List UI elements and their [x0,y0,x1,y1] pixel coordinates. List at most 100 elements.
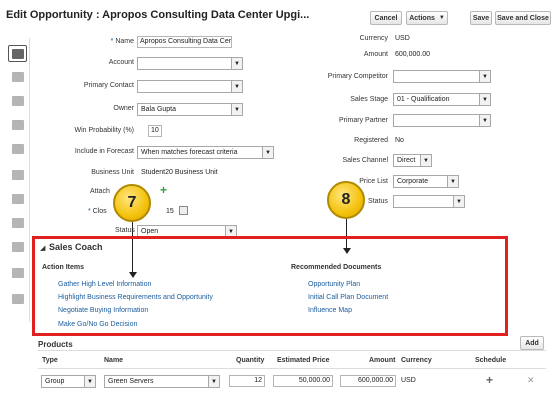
status-right-label: Status [368,198,388,205]
business-unit-label: Business Unit [91,169,134,176]
summary-icon[interactable] [8,45,27,62]
document-link[interactable]: Influence Map [308,307,352,314]
chevron-down-icon: ▼ [231,58,242,69]
product-estimated-price-field[interactable]: 50,000.00 [273,375,333,387]
column-header-quantity: Quantity [236,357,265,364]
include-in-forecast-select[interactable]: When matches forecast criteria ▼ [137,146,274,159]
owner-select[interactable]: Bala Gupta ▼ [137,103,243,116]
action-item-link[interactable]: Negotiate Buying Information [58,307,148,314]
product-amount-field: 600,000.00 [340,375,396,387]
column-header-currency: Currency [401,357,432,364]
cancel-button[interactable]: Cancel [370,11,402,25]
business-unit-value: Student20 Business Unit [141,169,218,176]
chevron-down-icon: ▼ [479,71,490,82]
product-currency-value: USD [401,377,416,384]
actions-button[interactable]: Actions ▼ [406,11,448,25]
sales-stage-select[interactable]: 01 - Qualification ▼ [393,93,491,106]
chevron-down-icon: ▼ [231,104,242,115]
sales-stage-label: Sales Stage [350,96,388,103]
price-list-label: Price List [359,178,388,185]
column-header-estimated-price: Estimated Price [277,357,330,364]
recommended-documents-title: Recommended Documents [291,264,382,271]
action-items-title: Action Items [42,264,85,271]
chevron-down-icon: ▼ [420,155,431,166]
column-header-amount: Amount [369,357,396,364]
close-date-value[interactable]: 15 [166,208,174,215]
win-probability-field[interactable]: 10 [148,125,162,137]
add-schedule-icon[interactable]: + [486,373,493,387]
column-header-type: Type [42,357,58,364]
primary-contact-label: Primary Contact [83,82,134,89]
sales-channel-label: Sales Channel [342,157,388,164]
document-link[interactable]: Initial Call Plan Document [308,294,388,301]
notes-icon[interactable] [10,168,26,182]
product-quantity-field[interactable]: 12 [229,375,265,387]
document-link[interactable]: Opportunity Plan [308,281,360,288]
chevron-down-icon: ▼ [84,376,95,387]
name-label: * Name [110,38,134,45]
sales-coach-title: Sales Coach [49,242,103,252]
action-item-link[interactable]: Make Go/No Go Decision [58,321,137,328]
close-date-label: * Clos [88,208,107,215]
lead-icon[interactable] [10,192,26,206]
primary-partner-select[interactable]: ▼ [393,114,491,127]
org-chart-icon[interactable] [10,142,26,156]
actions-label: Actions [409,14,435,22]
account-label: Account [108,59,134,66]
callout-7: 7 [113,184,151,222]
chevron-down-icon: ▼ [479,115,490,126]
primary-contact-select[interactable]: ▼ [137,80,243,93]
products-header-divider [38,368,546,369]
calendar-icon[interactable] [179,206,188,215]
registered-value: No [395,137,404,144]
primary-partner-label: Primary Partner [338,117,388,124]
status-right-select[interactable]: ▼ [393,195,465,208]
product-type-select[interactable]: Group ▼ [41,375,96,388]
chevron-down-icon: ▼ [231,81,242,92]
price-list-select[interactable]: Corporate ▼ [393,175,459,188]
save-and-close-button[interactable]: Save and Close [495,11,551,25]
products-divider [38,350,546,351]
amount-label: Amount [363,51,388,58]
currency-label: Currency [359,35,388,42]
chevron-down-icon: ▼ [447,176,458,187]
column-header-schedule: Schedule [475,357,507,364]
chevron-down-icon: ▼ [438,15,445,21]
chevron-down-icon: ▼ [479,94,490,105]
section-icon-rail [4,38,30,322]
forecast-icon[interactable] [10,266,26,280]
add-attachment-icon[interactable]: + [160,184,167,196]
chat-icon[interactable] [10,240,26,254]
primary-competitor-label: Primary Competitor [327,73,388,80]
product-name-select[interactable]: Green Servers ▼ [104,375,220,388]
currency-value: USD [395,35,410,42]
products-title: Products [38,340,73,349]
checklist-icon[interactable] [10,216,26,230]
owner-label: Owner [113,105,134,112]
primary-competitor-select[interactable]: ▼ [393,70,491,83]
sales-channel-select[interactable]: Direct ▼ [393,154,432,167]
registered-label: Registered [354,137,388,144]
collapse-triangle-icon[interactable]: ◢ [40,244,45,252]
include-in-forecast-label: Include in Forecast [74,148,134,155]
remove-row-icon[interactable]: ✕ [527,375,535,386]
amount-value: 600,000.00 [395,51,431,58]
add-product-button[interactable]: Add [520,336,544,350]
attachments-label: Attach [90,188,110,195]
save-button[interactable]: Save [470,11,492,25]
chevron-down-icon: ▼ [262,147,273,158]
balance-icon[interactable] [10,292,26,306]
win-probability-label: Win Probability (%) [74,127,134,134]
contact-card-icon[interactable] [10,70,26,84]
name-field[interactable]: Apropos Consulting Data Cer [137,36,232,48]
action-item-link[interactable]: Gather High Level Information [58,281,151,288]
column-header-name: Name [104,357,124,364]
action-item-link[interactable]: Highlight Business Requirements and Oppo… [58,294,213,301]
chevron-down-icon: ▼ [453,196,464,207]
account-select[interactable]: ▼ [137,57,243,70]
chevron-down-icon: ▼ [208,376,219,387]
handshake-icon[interactable] [10,118,26,132]
team-icon[interactable] [10,94,26,108]
page-title: Edit Opportunity : Apropos Consulting Da… [6,9,310,21]
callout-8: 8 [327,181,365,219]
